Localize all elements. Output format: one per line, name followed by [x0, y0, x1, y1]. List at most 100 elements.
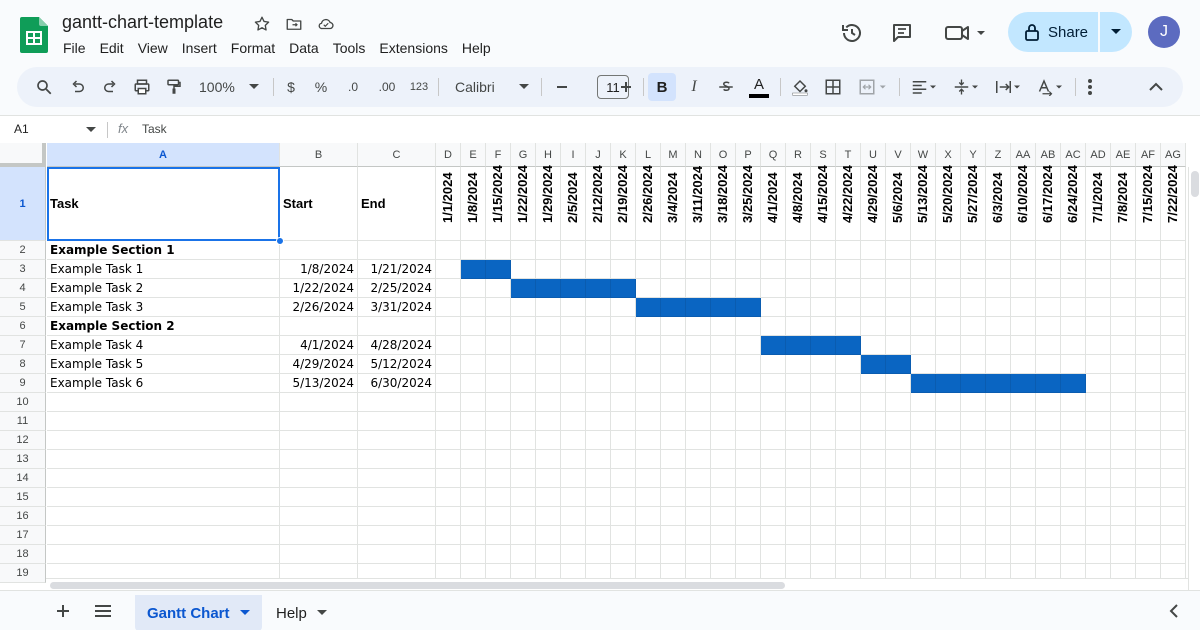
grid-cell[interactable] [1161, 374, 1186, 393]
grid-cell[interactable] [1061, 431, 1086, 450]
grid-cell[interactable] [661, 507, 686, 526]
grid-cell[interactable] [280, 412, 358, 431]
grid-cell[interactable] [911, 279, 936, 298]
collapse-icon[interactable] [1143, 73, 1169, 101]
column-header-aa[interactable]: AA [1011, 143, 1036, 167]
grid-cell[interactable] [1136, 336, 1161, 355]
grid-cell[interactable] [536, 374, 561, 393]
grid-cell[interactable] [1086, 526, 1111, 545]
vertical-scroll-thumb[interactable] [1191, 171, 1199, 197]
grid-cell[interactable] [611, 545, 636, 564]
grid-cell[interactable] [1061, 317, 1086, 336]
menu-tools[interactable]: Tools [326, 38, 373, 58]
comments-icon[interactable] [887, 18, 917, 48]
column-header-o[interactable]: O [711, 143, 736, 167]
grid-cell[interactable] [886, 279, 911, 298]
week-header-cell[interactable]: 4/29/2024 [861, 165, 886, 241]
grid-cell[interactable] [686, 336, 711, 355]
grid-cell[interactable] [761, 545, 786, 564]
grid-cell[interactable] [1036, 393, 1061, 412]
grid-cell[interactable] [436, 355, 461, 374]
grid-cell[interactable] [811, 431, 836, 450]
grid-cell[interactable] [911, 298, 936, 317]
grid-cell[interactable] [461, 374, 486, 393]
grid-cell[interactable] [911, 526, 936, 545]
grid-cell[interactable] [1061, 260, 1086, 279]
grid-cell[interactable] [836, 317, 861, 336]
font-select[interactable]: Calibri [449, 73, 535, 101]
grid-cell[interactable] [1111, 374, 1136, 393]
end-date-cell[interactable] [358, 241, 436, 260]
grid-cell[interactable] [811, 450, 836, 469]
grid-cell[interactable] [461, 431, 486, 450]
grid-cell[interactable] [1161, 450, 1186, 469]
cloud-saved-icon[interactable] [315, 13, 337, 35]
text-color-button[interactable]: A [745, 73, 773, 101]
grid-cell[interactable] [47, 431, 280, 450]
column-header-j[interactable]: J [586, 143, 611, 167]
grid-cell[interactable] [761, 469, 786, 488]
grid-cell[interactable] [1061, 450, 1086, 469]
grid-cell[interactable] [1011, 488, 1036, 507]
grid-cell[interactable] [711, 393, 736, 412]
grid-cell[interactable] [1036, 431, 1061, 450]
column-header-r[interactable]: R [786, 143, 811, 167]
grid-cell[interactable] [936, 279, 961, 298]
grid-cell[interactable] [861, 469, 886, 488]
grid-cell[interactable] [736, 431, 761, 450]
gantt-bar-cell[interactable] [786, 336, 811, 355]
week-header-cell[interactable]: 7/15/2024 [1136, 165, 1161, 241]
grid-cell[interactable] [686, 260, 711, 279]
row-header-19[interactable]: 19 [0, 564, 46, 583]
grid-cell[interactable] [711, 336, 736, 355]
grid-cell[interactable] [461, 412, 486, 431]
text-rotation-icon[interactable] [1031, 73, 1069, 101]
column-header-k[interactable]: K [611, 143, 636, 167]
grid-cell[interactable] [1136, 526, 1161, 545]
grid-cell[interactable] [1086, 355, 1111, 374]
menu-view[interactable]: View [131, 38, 175, 58]
column-header-s[interactable]: S [811, 143, 836, 167]
menu-file[interactable]: File [56, 38, 93, 58]
align-left-icon[interactable] [905, 73, 943, 101]
grid-cell[interactable] [280, 545, 358, 564]
week-header-cell[interactable]: 2/5/2024 [561, 167, 586, 241]
task-name-cell[interactable]: Example Task 6 [47, 374, 280, 393]
grid-cell[interactable] [358, 507, 436, 526]
grid-cell[interactable] [786, 545, 811, 564]
grid-cell[interactable] [436, 374, 461, 393]
grid-cell[interactable] [636, 450, 661, 469]
grid-cell[interactable] [511, 545, 536, 564]
start-date-cell[interactable]: 4/29/2024 [280, 355, 358, 374]
gantt-bar-cell[interactable] [811, 336, 836, 355]
row-header-7[interactable]: 7 [0, 336, 46, 355]
fill-color-icon[interactable] [787, 73, 813, 101]
grid-cell[interactable] [836, 393, 861, 412]
grid-cell[interactable] [561, 241, 586, 260]
week-header-cell[interactable]: 2/12/2024 [586, 165, 611, 241]
grid-cell[interactable] [1086, 241, 1111, 260]
grid-cell[interactable] [936, 317, 961, 336]
grid-cell[interactable] [1161, 279, 1186, 298]
grid-cell[interactable] [936, 393, 961, 412]
vertical-align-icon[interactable] [947, 73, 985, 101]
grid-cell[interactable] [736, 469, 761, 488]
gantt-bar-cell[interactable] [736, 298, 761, 317]
grid-cell[interactable] [936, 336, 961, 355]
grid-cell[interactable] [811, 526, 836, 545]
grid-cell[interactable] [1086, 336, 1111, 355]
grid-cell[interactable] [1161, 298, 1186, 317]
week-header-cell[interactable]: 6/3/2024 [986, 167, 1011, 241]
column-header-a[interactable]: A [47, 143, 280, 167]
grid-cell[interactable] [1161, 488, 1186, 507]
grid-cell[interactable] [461, 526, 486, 545]
grid-cell[interactable] [611, 260, 636, 279]
grid-cell[interactable] [861, 260, 886, 279]
grid-cell[interactable] [536, 488, 561, 507]
grid-cell[interactable] [936, 469, 961, 488]
week-header-cell[interactable]: 2/26/2024 [636, 165, 661, 241]
grid-cell[interactable] [586, 545, 611, 564]
task-name-cell[interactable]: Example Task 2 [47, 279, 280, 298]
grid-cell[interactable] [836, 374, 861, 393]
italic-button[interactable]: I [682, 73, 706, 101]
